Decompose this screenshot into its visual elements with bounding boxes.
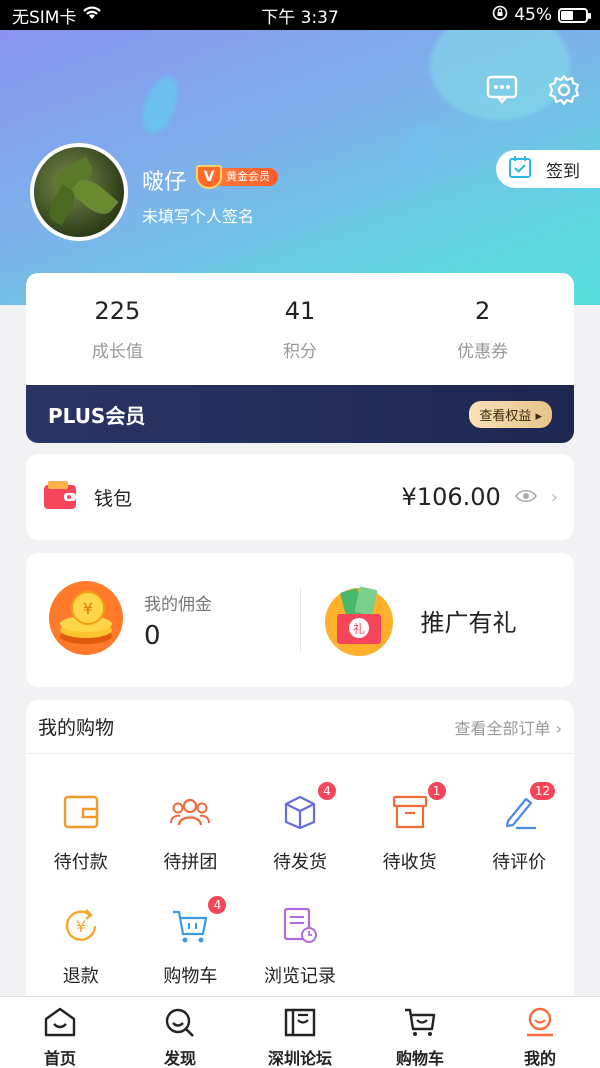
username: 啵仔 — [142, 170, 187, 195]
battery-percent: 45% — [514, 5, 552, 25]
stat-value: 2 — [475, 297, 491, 325]
history-icon — [278, 904, 322, 948]
tab-label: 我的 — [523, 1049, 556, 1068]
wallet-amount: ¥106.00 — [401, 483, 501, 511]
stat-label: 优惠券 — [457, 342, 509, 362]
vip-badge: V 黄金会员 — [196, 165, 278, 189]
order-cart[interactable]: 4 购物车 — [136, 888, 246, 1002]
receive-box-icon: 1 — [388, 780, 448, 834]
status-bar: 无SIM卡 下午 3:37 45% — [0, 0, 600, 30]
svg-text:礼: 礼 — [352, 621, 364, 636]
commission-section[interactable]: ¥ 我的佣金 0 — [26, 553, 300, 687]
stat-points[interactable]: 41 积分 — [209, 273, 392, 385]
stat-value: 41 — [284, 297, 316, 325]
cart-icon — [403, 1007, 437, 1041]
order-badge: 4 — [315, 780, 338, 802]
order-refund[interactable]: ¥ 退款 — [26, 888, 136, 1002]
calendar-check-icon — [508, 155, 532, 184]
tab-bar: 首页 发现 深圳论坛 购物车 我的 — [0, 996, 600, 1068]
chevron-right-icon: › — [550, 486, 558, 508]
refund-icon: ¥ — [59, 904, 103, 948]
stat-label: 积分 — [283, 342, 317, 362]
stat-coupons[interactable]: 2 优惠券 — [391, 273, 574, 385]
wallet-card[interactable]: 钱包 ¥106.00 › — [26, 454, 574, 540]
svg-text:¥: ¥ — [83, 599, 93, 618]
order-label: 待拼团 — [163, 852, 218, 873]
shopping-title: 我的购物 — [38, 717, 115, 739]
tab-label: 购物车 — [395, 1049, 444, 1068]
tab-profile[interactable]: 我的 — [480, 997, 600, 1068]
stats-card: 225 成长值 41 积分 2 优惠券 PLUS会员 查看权益 ▸ — [26, 273, 574, 443]
group-icon — [168, 790, 212, 834]
stat-growth[interactable]: 225 成长值 — [26, 273, 209, 385]
vip-level: 黄金会员 — [216, 168, 278, 186]
order-badge: 1 — [425, 780, 448, 802]
gear-icon[interactable] — [544, 70, 584, 110]
order-badge: 12 — [527, 780, 558, 802]
order-pending-payment[interactable]: 待付款 — [26, 774, 136, 888]
order-badge: 4 — [206, 894, 229, 916]
order-label: 退款 — [62, 966, 99, 987]
avatar[interactable] — [30, 143, 128, 241]
order-label: 待付款 — [53, 852, 108, 873]
pen-icon: 12 — [497, 780, 558, 834]
eye-icon[interactable] — [514, 488, 537, 507]
order-pending-shipment[interactable]: 4 待发货 — [245, 774, 355, 888]
vip-icon: V — [196, 165, 222, 189]
stat-label: 成长值 — [91, 342, 143, 362]
tab-home[interactable]: 首页 — [0, 997, 120, 1068]
carrier-label: 无SIM卡 — [12, 7, 77, 28]
tab-forum[interactable]: 深圳论坛 — [240, 997, 360, 1068]
wallet-outline-icon — [59, 790, 103, 834]
order-label: 浏览记录 — [263, 966, 336, 987]
commission-value: 0 — [144, 620, 161, 651]
promo-card: ¥ 我的佣金 0 礼 推广有礼 — [26, 553, 574, 687]
order-label: 待评价 — [492, 852, 547, 873]
order-pending-review[interactable]: 12 待评价 — [464, 774, 574, 888]
referral-title: 推广有礼 — [420, 608, 517, 637]
order-history[interactable]: 浏览记录 — [245, 888, 355, 1002]
shopping-card: 我的购物 查看全部订单 › 待付款 待拼团 4 待发货 1 待收货 12 待评价… — [26, 700, 574, 1010]
tab-label: 深圳论坛 — [267, 1049, 332, 1068]
wifi-icon — [82, 5, 102, 25]
order-label: 购物车 — [163, 966, 218, 987]
box-icon: 4 — [278, 780, 338, 834]
view-all-orders-link[interactable]: 查看全部订单 › — [455, 715, 563, 739]
order-label: 待发货 — [272, 852, 327, 873]
commission-label: 我的佣金 — [144, 594, 212, 615]
stat-value: 225 — [94, 297, 141, 325]
checkin-label: 签到 — [546, 161, 580, 182]
tab-label: 首页 — [43, 1049, 76, 1068]
order-label: 待收货 — [382, 852, 437, 873]
cart-icon: 4 — [168, 894, 229, 948]
forum-icon — [283, 1007, 317, 1041]
tab-discover[interactable]: 发现 — [120, 997, 240, 1068]
message-icon[interactable] — [482, 70, 522, 110]
profile-icon — [523, 1007, 557, 1041]
svg-text:¥: ¥ — [76, 917, 86, 936]
coins-icon: ¥ — [48, 580, 124, 660]
plus-title: PLUS会员 — [48, 403, 146, 428]
tab-label: 发现 — [163, 1049, 196, 1068]
home-icon — [43, 1007, 77, 1041]
view-benefits-button[interactable]: 查看权益 ▸ — [469, 400, 552, 428]
order-pending-receipt[interactable]: 1 待收货 — [355, 774, 465, 888]
wallet-label: 钱包 — [94, 487, 133, 510]
tab-cart[interactable]: 购物车 — [360, 997, 480, 1068]
wallet-icon — [42, 479, 78, 515]
rotation-lock-icon — [492, 5, 508, 26]
plus-banner[interactable]: PLUS会员 查看权益 ▸ — [26, 385, 574, 443]
signature[interactable]: 未填写个人签名 — [142, 203, 254, 227]
discover-icon — [163, 1007, 197, 1041]
order-pending-group[interactable]: 待拼团 — [136, 774, 246, 888]
checkin-button[interactable]: 签到 — [496, 150, 600, 188]
gift-icon: 礼 — [323, 580, 395, 660]
battery-icon — [558, 7, 591, 23]
referral-section[interactable]: 礼 推广有礼 — [301, 553, 575, 687]
